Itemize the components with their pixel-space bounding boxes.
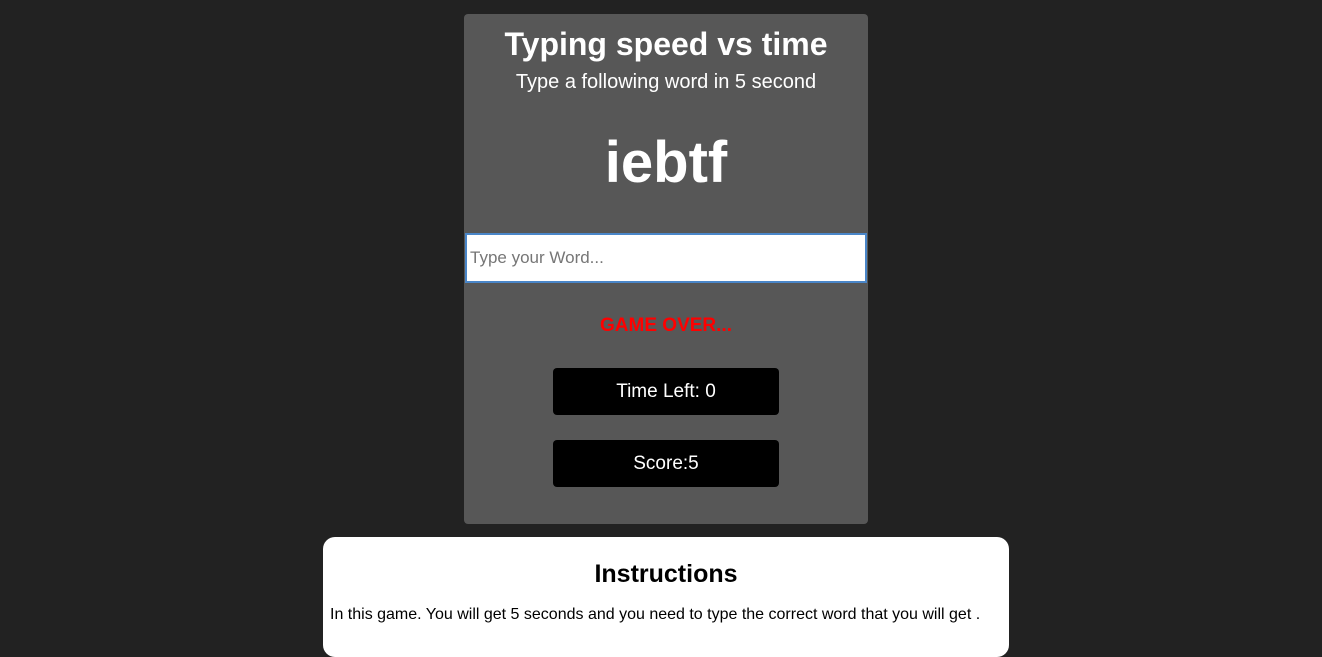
- current-word: iebtf: [604, 130, 728, 195]
- game-subtitle: Type a following word in 5 second: [515, 71, 817, 93]
- score-label: Score:5: [633, 452, 699, 474]
- time-left-box: Time Left: 0: [553, 368, 779, 415]
- game-over-message: GAME OVER...: [600, 315, 732, 336]
- instructions-title: Instructions: [594, 560, 738, 588]
- score-box: Score:5: [553, 440, 779, 487]
- word-input[interactable]: [465, 233, 867, 283]
- game-title: Typing speed vs time: [504, 26, 828, 62]
- game-card: Typing speed vs time Type a following wo…: [464, 14, 868, 524]
- time-left-label: Time Left: 0: [616, 380, 716, 402]
- instructions-card: Instructions In this game. You will get …: [323, 537, 1009, 657]
- instructions-text: In this game. You will get 5 seconds and…: [330, 606, 981, 623]
